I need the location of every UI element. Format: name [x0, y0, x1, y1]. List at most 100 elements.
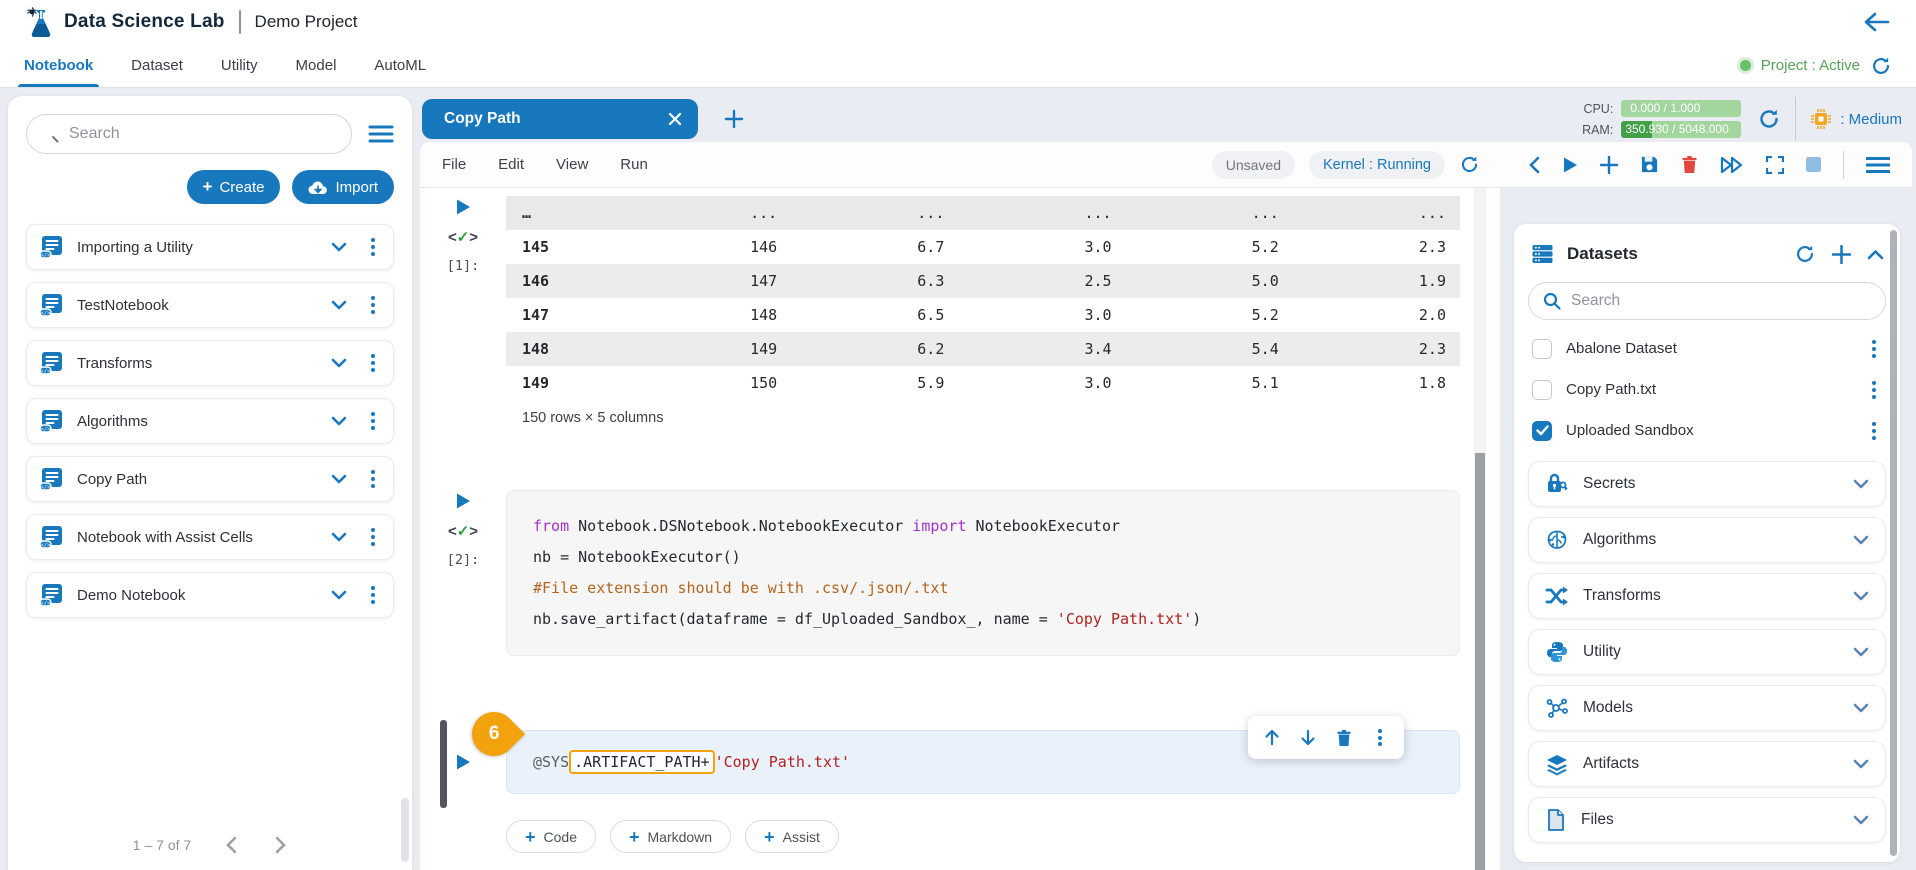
- nav-tab-automl[interactable]: AutoML: [374, 44, 426, 87]
- chevron-down-icon[interactable]: [1853, 591, 1869, 601]
- notebook-menu-icon[interactable]: [1866, 156, 1890, 174]
- section-transforms[interactable]: Transforms: [1528, 573, 1886, 619]
- menu-run[interactable]: Run: [620, 156, 648, 173]
- tab-copy-path[interactable]: Copy Path: [422, 99, 698, 139]
- chevron-down-icon[interactable]: [331, 300, 347, 310]
- add-assist-button[interactable]: +Assist: [745, 820, 839, 853]
- sidebar-item-notebook-with-assist-cells[interactable]: </>Notebook with Assist Cells: [26, 514, 394, 560]
- dataset-options-icon[interactable]: [1866, 377, 1882, 403]
- sidebar-menu-icon[interactable]: [368, 124, 394, 144]
- chevron-down-icon[interactable]: [1853, 815, 1869, 825]
- chevron-down-icon[interactable]: [1853, 703, 1869, 713]
- sidebar-item-transforms[interactable]: </>Transforms: [26, 340, 394, 386]
- ram-label: RAM:: [1577, 123, 1613, 137]
- dataset-item-uploaded-sandbox[interactable]: Uploaded Sandbox: [1528, 410, 1886, 451]
- toolbar-divider: [1843, 151, 1844, 179]
- chevron-down-icon[interactable]: [331, 242, 347, 252]
- chevron-down-icon[interactable]: [331, 416, 347, 426]
- sidebar-search-input[interactable]: [26, 114, 352, 154]
- new-tab-icon[interactable]: [724, 109, 744, 129]
- kernel-refresh-icon[interactable]: [1459, 154, 1480, 175]
- dataset-options-icon[interactable]: [1866, 418, 1882, 444]
- run-cell-play-icon[interactable]: [455, 492, 471, 510]
- chevron-down-icon[interactable]: [1853, 479, 1869, 489]
- page-next-icon[interactable]: [273, 836, 287, 854]
- fullscreen-icon[interactable]: [1766, 156, 1784, 174]
- menu-view[interactable]: View: [556, 156, 588, 173]
- move-cell-down-icon[interactable]: [1300, 729, 1316, 746]
- item-options-icon[interactable]: [365, 350, 381, 376]
- chevron-down-icon[interactable]: [1853, 535, 1869, 545]
- page-prev-icon[interactable]: [225, 836, 239, 854]
- section-artifacts[interactable]: Artifacts: [1528, 741, 1886, 787]
- back-arrow-icon[interactable]: [1862, 10, 1890, 34]
- create-button[interactable]: + Create: [187, 170, 281, 204]
- item-options-icon[interactable]: [365, 292, 381, 318]
- add-code-button[interactable]: +Code: [506, 820, 596, 853]
- add-markdown-button[interactable]: +Markdown: [610, 820, 731, 853]
- section-files[interactable]: Files: [1528, 797, 1886, 843]
- item-options-icon[interactable]: [365, 234, 381, 260]
- item-options-icon[interactable]: [365, 524, 381, 550]
- resources-refresh-icon[interactable]: [1757, 107, 1781, 131]
- kernel-status-badge[interactable]: Kernel : Running: [1309, 151, 1445, 179]
- chevron-down-icon[interactable]: [331, 358, 347, 368]
- sidebar-item-testnotebook[interactable]: </>TestNotebook: [26, 282, 394, 328]
- sidebar-item-importing-a-utility[interactable]: </>Importing a Utility: [26, 224, 394, 270]
- move-cell-up-icon[interactable]: [1264, 729, 1280, 746]
- svg-text:</>: </>: [41, 311, 52, 317]
- datasets-search-input[interactable]: [1528, 282, 1886, 320]
- section-utility[interactable]: Utility: [1528, 629, 1886, 675]
- sidebar-scrollbar[interactable]: [401, 798, 409, 862]
- chevron-down-icon[interactable]: [331, 590, 347, 600]
- sidebar-item-algorithms[interactable]: </>Algorithms: [26, 398, 394, 444]
- add-cell-icon[interactable]: [1600, 156, 1618, 174]
- instance-size-label: : Medium: [1840, 111, 1902, 128]
- cell-more-options-icon[interactable]: [1372, 725, 1388, 750]
- dataset-checkbox[interactable]: [1532, 339, 1552, 359]
- sidebar-item-demo-notebook[interactable]: </>Demo Notebook: [26, 572, 394, 618]
- import-button[interactable]: Import: [292, 170, 394, 204]
- run-all-icon[interactable]: [1720, 156, 1744, 174]
- run-cell-play-icon[interactable]: [455, 753, 471, 771]
- notebook-scrollbar[interactable]: [1474, 188, 1486, 870]
- menu-edit[interactable]: Edit: [498, 156, 524, 173]
- collapse-panel-icon[interactable]: [1528, 156, 1540, 174]
- stop-kernel-icon[interactable]: [1806, 157, 1821, 172]
- resources-scrollbar[interactable]: [1890, 230, 1897, 856]
- delete-cell-icon[interactable]: [1681, 155, 1698, 174]
- datasets-collapse-icon[interactable]: [1867, 249, 1884, 260]
- item-options-icon[interactable]: [365, 582, 381, 608]
- project-refresh-icon[interactable]: [1870, 55, 1892, 77]
- code-editor[interactable]: from Notebook.DSNotebook.NotebookExecuto…: [506, 490, 1460, 656]
- save-notebook-icon[interactable]: [1640, 155, 1659, 174]
- dataset-checkbox[interactable]: [1532, 380, 1552, 400]
- nav-tab-dataset[interactable]: Dataset: [131, 44, 183, 87]
- dataset-item-abalone-dataset[interactable]: Abalone Dataset: [1528, 328, 1886, 369]
- dataset-options-icon[interactable]: [1866, 336, 1882, 362]
- dataset-checkbox[interactable]: [1532, 421, 1552, 441]
- section-algorithms[interactable]: Algorithms: [1528, 517, 1886, 563]
- item-options-icon[interactable]: [365, 408, 381, 434]
- nav-tab-model[interactable]: Model: [296, 44, 337, 87]
- datasets-refresh-icon[interactable]: [1794, 243, 1816, 265]
- delete-cell-icon[interactable]: [1336, 729, 1352, 747]
- add-cell-buttons: +Code +Markdown +Assist: [506, 820, 1460, 853]
- run-cell-play-icon[interactable]: [455, 198, 471, 216]
- run-cell-icon[interactable]: [1562, 156, 1578, 174]
- dataset-item-copy-path-txt[interactable]: Copy Path.txt: [1528, 369, 1886, 410]
- tab-close-icon[interactable]: [668, 112, 682, 126]
- menu-file[interactable]: File: [442, 156, 466, 173]
- section-secrets[interactable]: Secrets: [1528, 461, 1886, 507]
- nav-tab-notebook[interactable]: Notebook: [24, 44, 93, 87]
- sidebar-item-copy-path[interactable]: </>Copy Path: [26, 456, 394, 502]
- chevron-down-icon[interactable]: [1853, 647, 1869, 657]
- menus: File Edit View Run: [442, 156, 648, 173]
- item-options-icon[interactable]: [365, 466, 381, 492]
- section-models[interactable]: Models: [1528, 685, 1886, 731]
- datasets-add-icon[interactable]: [1832, 245, 1851, 264]
- chevron-down-icon[interactable]: [331, 532, 347, 542]
- chevron-down-icon[interactable]: [1853, 759, 1869, 769]
- chevron-down-icon[interactable]: [331, 474, 347, 484]
- nav-tab-utility[interactable]: Utility: [221, 44, 258, 87]
